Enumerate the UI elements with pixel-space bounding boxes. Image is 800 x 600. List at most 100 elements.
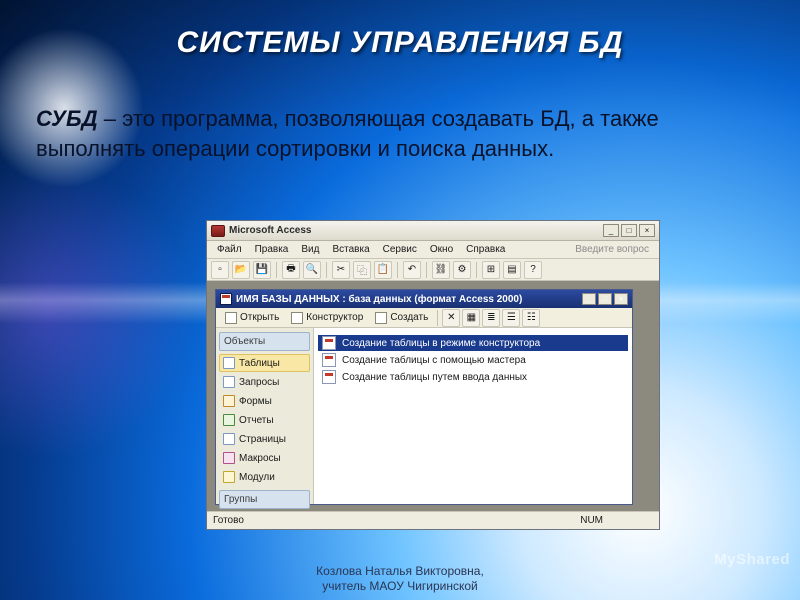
db-create-label: Создать bbox=[390, 312, 428, 323]
app-title: Microsoft Access bbox=[229, 225, 603, 236]
sidebar-item-reports[interactable]: Отчеты bbox=[219, 411, 310, 429]
list-item[interactable]: Создание таблицы в режиме конструктора bbox=[318, 335, 628, 351]
toolbar-help-icon[interactable]: ? bbox=[524, 261, 542, 279]
sidebar-item-queries[interactable]: Запросы bbox=[219, 373, 310, 391]
menu-edit[interactable]: Правка bbox=[249, 242, 295, 257]
db-large-icons-icon[interactable]: ▦ bbox=[462, 309, 480, 327]
sidebar-item-label: Отчеты bbox=[239, 415, 274, 426]
sidebar-item-tables[interactable]: Таблицы bbox=[219, 354, 310, 372]
reports-icon bbox=[223, 414, 235, 426]
sidebar-item-modules[interactable]: Модули bbox=[219, 468, 310, 486]
access-app-icon bbox=[211, 225, 225, 237]
queries-icon bbox=[223, 376, 235, 388]
menu-window[interactable]: Окно bbox=[424, 242, 459, 257]
app-titlebar: Microsoft Access _ □ × bbox=[207, 221, 659, 241]
footer-line2: учитель МАОУ Чигиринской bbox=[0, 579, 800, 594]
design-icon bbox=[291, 312, 303, 324]
db-list-icon[interactable]: ☰ bbox=[502, 309, 520, 327]
sidebar-item-label: Модули bbox=[239, 472, 275, 483]
open-icon bbox=[225, 312, 237, 324]
toolbar-copy-icon[interactable]: ⿻ bbox=[353, 261, 371, 279]
toolbar-separator bbox=[276, 262, 277, 278]
forms-icon bbox=[223, 395, 235, 407]
create-icon bbox=[375, 312, 387, 324]
toolbar-relationships-icon[interactable]: ⊞ bbox=[482, 261, 500, 279]
db-minimize-button[interactable]: _ bbox=[582, 293, 596, 305]
database-window-title: ИМЯ БАЗЫ ДАННЫХ : база данных (формат Ac… bbox=[236, 294, 522, 305]
list-item-label: Создание таблицы путем ввода данных bbox=[342, 372, 527, 383]
create-design-icon bbox=[322, 336, 336, 350]
toolbar-links-icon[interactable]: ⛓ bbox=[432, 261, 450, 279]
toolbar-separator bbox=[476, 262, 477, 278]
menu-file[interactable]: Файл bbox=[211, 242, 248, 257]
status-ready: Готово bbox=[213, 515, 244, 526]
toolbar-new-icon[interactable]: ▫ bbox=[211, 261, 229, 279]
close-button[interactable]: × bbox=[639, 224, 655, 237]
menu-tools[interactable]: Сервис bbox=[377, 242, 423, 257]
list-item[interactable]: Создание таблицы путем ввода данных bbox=[318, 369, 628, 385]
db-open-button[interactable]: Открыть bbox=[220, 310, 284, 326]
database-body: Объекты Таблицы Запросы Формы Отчеты Стр… bbox=[216, 328, 632, 504]
list-item-label: Создание таблицы в режиме конструктора bbox=[342, 338, 540, 349]
mdi-client-area: ИМЯ БАЗЫ ДАННЫХ : база данных (формат Ac… bbox=[207, 281, 659, 511]
pages-icon bbox=[223, 433, 235, 445]
macros-icon bbox=[223, 452, 235, 464]
db-create-button[interactable]: Создать bbox=[370, 310, 433, 326]
footer-credit: Козлова Наталья Викторовна, учитель МАОУ… bbox=[0, 564, 800, 594]
groups-group-header[interactable]: Группы bbox=[219, 490, 310, 509]
db-maximize-button[interactable]: □ bbox=[598, 293, 612, 305]
menu-help[interactable]: Справка bbox=[460, 242, 511, 257]
window-controls: _ □ × bbox=[603, 224, 655, 237]
toolbar-save-icon[interactable]: 💾 bbox=[253, 261, 271, 279]
term-bold: СУБД bbox=[36, 106, 98, 131]
modules-icon bbox=[223, 471, 235, 483]
slide: СИСТЕМЫ УПРАВЛЕНИЯ БД СУБД – это програм… bbox=[0, 0, 800, 600]
sidebar-item-label: Запросы bbox=[239, 377, 279, 388]
sidebar-item-label: Таблицы bbox=[239, 358, 280, 369]
db-open-label: Открыть bbox=[240, 312, 279, 323]
sidebar-item-pages[interactable]: Страницы bbox=[219, 430, 310, 448]
help-search-box[interactable]: Введите вопрос bbox=[569, 242, 655, 257]
maximize-button[interactable]: □ bbox=[621, 224, 637, 237]
sidebar-item-macros[interactable]: Макросы bbox=[219, 449, 310, 467]
toolbar-properties-icon[interactable]: ▤ bbox=[503, 261, 521, 279]
toolbar-undo-icon[interactable]: ↶ bbox=[403, 261, 421, 279]
database-window-titlebar: ИМЯ БАЗЫ ДАННЫХ : база данных (формат Ac… bbox=[216, 290, 632, 308]
object-list: Создание таблицы в режиме конструктора С… bbox=[314, 328, 632, 504]
db-small-icons-icon[interactable]: ≣ bbox=[482, 309, 500, 327]
objects-group-header[interactable]: Объекты bbox=[219, 332, 310, 351]
menu-insert[interactable]: Вставка bbox=[326, 242, 375, 257]
watermark: MyShared bbox=[714, 551, 790, 568]
db-close-button[interactable]: × bbox=[614, 293, 628, 305]
sidebar-item-forms[interactable]: Формы bbox=[219, 392, 310, 410]
slide-body-text: СУБД – это программа, позволяющая создав… bbox=[36, 104, 740, 163]
db-window-controls: _ □ × bbox=[582, 293, 628, 305]
toolbar-preview-icon[interactable]: 🔍 bbox=[303, 261, 321, 279]
menu-view[interactable]: Вид bbox=[295, 242, 325, 257]
db-details-icon[interactable]: ☷ bbox=[522, 309, 540, 327]
menubar: Файл Правка Вид Вставка Сервис Окно Спра… bbox=[207, 241, 659, 259]
definition-text: – это программа, позволяющая создавать Б… bbox=[36, 106, 659, 161]
access-app-window: Microsoft Access _ □ × Файл Правка Вид В… bbox=[206, 220, 660, 530]
list-item[interactable]: Создание таблицы с помощью мастера bbox=[318, 352, 628, 368]
toolbar-cut-icon[interactable]: ✂ bbox=[332, 261, 350, 279]
sidebar-item-label: Макросы bbox=[239, 453, 281, 464]
sidebar-item-label: Страницы bbox=[239, 434, 286, 445]
toolbar-print-icon[interactable]: 🖶 bbox=[282, 261, 300, 279]
minimize-button[interactable]: _ bbox=[603, 224, 619, 237]
database-toolbar: Открыть Конструктор Создать ✕ ▦ ≣ ☰ ☷ bbox=[216, 308, 632, 328]
db-design-button[interactable]: Конструктор bbox=[286, 310, 368, 326]
statusbar: Готово NUM bbox=[207, 511, 659, 529]
toolbar-open-icon[interactable]: 📂 bbox=[232, 261, 250, 279]
objects-sidebar: Объекты Таблицы Запросы Формы Отчеты Стр… bbox=[216, 328, 314, 504]
database-icon bbox=[220, 293, 232, 305]
main-toolbar: ▫ 📂 💾 🖶 🔍 ✂ ⿻ 📋 ↶ ⛓ ⚙ ⊞ ▤ ? bbox=[207, 259, 659, 281]
toolbar-analyze-icon[interactable]: ⚙ bbox=[453, 261, 471, 279]
slide-title: СИСТЕМЫ УПРАВЛЕНИЯ БД bbox=[0, 26, 800, 60]
db-delete-icon[interactable]: ✕ bbox=[442, 309, 460, 327]
toolbar-separator bbox=[397, 262, 398, 278]
toolbar-separator bbox=[326, 262, 327, 278]
toolbar-paste-icon[interactable]: 📋 bbox=[374, 261, 392, 279]
toolbar-separator bbox=[437, 310, 438, 326]
footer-line1: Козлова Наталья Викторовна, bbox=[0, 564, 800, 579]
